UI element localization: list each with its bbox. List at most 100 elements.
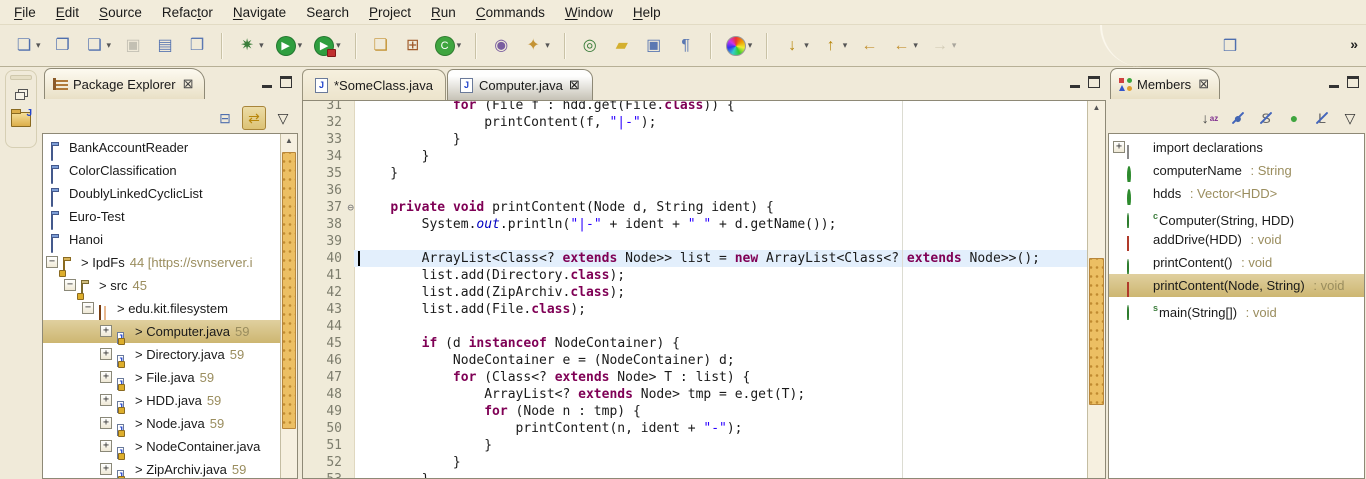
member-expander-icon[interactable]: + (1113, 141, 1125, 153)
close-icon[interactable]: ⊠ (183, 76, 194, 92)
tree-row[interactable]: Euro-Test (43, 205, 281, 228)
debug-button[interactable]: ✷▾ (233, 31, 268, 61)
collapse-all-button[interactable]: ⊟ (214, 107, 236, 129)
code-line[interactable]: 49 for (Node n : tmp) { (303, 403, 1088, 420)
save-all-button[interactable]: ❒ (183, 31, 211, 61)
member-row[interactable]: +import declarations (1109, 136, 1364, 159)
package-explorer-scrollbar[interactable]: ▲ (280, 134, 297, 478)
tree-row[interactable]: −> edu.kit.filesystem (43, 297, 281, 320)
scroll-up-icon[interactable]: ▲ (281, 134, 297, 148)
next-annotation-button[interactable]: ↓▾ (778, 31, 813, 61)
code-line[interactable]: 46 NodeContainer e = (NodeContainer) d; (303, 352, 1088, 369)
back-button[interactable]: ←▾ (887, 31, 922, 61)
package-explorer-maximize-button[interactable] (280, 76, 292, 88)
hide-local-types-button[interactable]: L (1311, 107, 1333, 129)
dropdown-caret-icon[interactable]: ▾ (107, 40, 112, 51)
fold-minus-icon[interactable]: ⊖ (347, 199, 354, 216)
menu-project[interactable]: Project (359, 3, 421, 22)
dropdown-caret-icon[interactable]: ▾ (259, 40, 264, 51)
new-java-project-button[interactable]: ❏ (367, 31, 395, 61)
dropdown-caret-icon[interactable]: ▾ (298, 40, 303, 51)
tree-row[interactable]: Hanoi (43, 228, 281, 251)
scroll-up-icon[interactable]: ▲ (1088, 101, 1105, 115)
dropdown-caret-icon[interactable]: ▾ (804, 40, 809, 51)
close-icon[interactable]: ⊠ (1198, 76, 1209, 92)
show-whitespace-button[interactable]: ¶ (672, 31, 700, 61)
code-line[interactable]: 41 list.add(Directory.class); (303, 267, 1088, 284)
code-line[interactable]: 32 printContent(f, "|-"); (303, 114, 1088, 131)
tab-computer-java[interactable]: J Computer.java ⊠ (447, 69, 593, 100)
hide-fields-button[interactable]: ● (1227, 107, 1249, 129)
dropdown-caret-icon[interactable]: ▾ (457, 40, 462, 51)
new-wizard-button[interactable]: ❏▾ (10, 31, 45, 61)
tree-row[interactable]: +J> HDD.java59 (43, 389, 281, 412)
scrollbar-thumb[interactable] (1089, 258, 1104, 405)
member-row[interactable]: computerName : String (1109, 159, 1364, 182)
tree-expander-icon[interactable]: − (82, 302, 94, 314)
tree-expander-icon[interactable]: − (46, 256, 58, 268)
editor-scrollbar[interactable]: ▲ (1087, 101, 1105, 478)
restore-view-button[interactable] (15, 89, 27, 99)
code-line[interactable]: 51 } (303, 437, 1088, 454)
tree-row[interactable]: +J> NodeContainer.java (43, 435, 281, 458)
tree-expander-icon[interactable]: + (100, 371, 112, 383)
new-project-button[interactable]: ❐ (49, 31, 77, 61)
previous-annotation-button[interactable]: ↑▾ (817, 31, 852, 61)
link-with-editor-button[interactable]: ⇄ (242, 106, 266, 130)
view-menu-button[interactable]: ▽ (1339, 107, 1361, 129)
mark-occurrences-button[interactable]: ◎ (576, 31, 604, 61)
dropdown-caret-icon[interactable]: ▾ (545, 40, 550, 51)
tree-row[interactable]: DoublyLinkedCyclicList (43, 182, 281, 205)
code-line[interactable]: 48 ArrayList<? extends Node> tmp = e.get… (303, 386, 1088, 403)
code-line[interactable]: 47 for (Class<? extends Node> T : list) … (303, 369, 1088, 386)
tree-expander-icon[interactable]: + (100, 463, 112, 475)
tree-row[interactable]: +J> Computer.java59 (43, 320, 281, 343)
editor-code-area[interactable]: 31 for (File f : hdd.get(File.class)) {3… (303, 101, 1105, 478)
member-row[interactable]: smain(String[]) : void (1109, 297, 1364, 320)
color-wheel-button[interactable]: ▾ (722, 31, 757, 61)
dropdown-caret-icon[interactable]: ▾ (748, 40, 753, 51)
sort-button[interactable]: ↓az (1199, 107, 1221, 129)
highlighter-button[interactable]: ▰ (608, 31, 636, 61)
members-maximize-button[interactable] (1347, 76, 1359, 88)
tree-expander-icon[interactable]: − (64, 279, 76, 291)
dropdown-caret-icon[interactable]: ▾ (36, 40, 41, 51)
editor-maximize-button[interactable] (1088, 76, 1100, 88)
tree-row[interactable]: +J> File.java59 (43, 366, 281, 389)
code-line[interactable]: 40 ArrayList<Class<? extends Node>> list… (303, 250, 1088, 267)
run-button[interactable]: ▶▾ (272, 31, 307, 61)
hide-static-members-button[interactable]: S (1255, 107, 1277, 129)
code-line[interactable]: 50 printContent(n, ident + "-"); (303, 420, 1088, 437)
menu-file[interactable]: File (4, 3, 46, 22)
members-minimize-button[interactable] (1329, 77, 1339, 88)
code-line[interactable]: 36 (303, 182, 1088, 199)
package-explorer-minimize-button[interactable] (262, 77, 272, 88)
perspective-button[interactable]: ❒ (1216, 32, 1244, 62)
member-row[interactable]: cComputer(String, HDD) (1109, 205, 1364, 228)
code-line[interactable]: 52 } (303, 454, 1088, 471)
close-icon[interactable]: ⊠ (569, 77, 580, 93)
menu-search[interactable]: Search (296, 3, 359, 22)
fast-view-drag-handle[interactable] (10, 75, 32, 80)
member-row[interactable]: addDrive(HDD) : void (1109, 228, 1364, 251)
code-line[interactable]: 34 } (303, 148, 1088, 165)
tab-members[interactable]: Members ⊠ (1110, 68, 1220, 99)
tree-row[interactable]: +J> Node.java59 (43, 412, 281, 435)
menu-window[interactable]: Window (555, 3, 623, 22)
show-selected-element-button[interactable]: ▣ (640, 31, 668, 61)
code-line[interactable]: 38 System.out.println("|-" + ident + " "… (303, 216, 1088, 233)
print-button[interactable]: ▤ (151, 31, 179, 61)
tree-expander-icon[interactable]: + (100, 348, 112, 360)
tab-someclass-java[interactable]: J *SomeClass.java (302, 69, 446, 100)
code-line[interactable]: 45 if (d instanceof NodeContainer) { (303, 335, 1088, 352)
code-line[interactable]: 35 } (303, 165, 1088, 182)
dropdown-caret-icon[interactable]: ▾ (843, 40, 848, 51)
code-line[interactable]: 53 } (303, 471, 1088, 479)
last-edit-location-button[interactable]: ← (855, 31, 883, 61)
view-menu-button[interactable]: ▽ (272, 107, 294, 129)
member-row[interactable]: printContent(Node, String) : void (1109, 274, 1364, 297)
tree-row[interactable]: −> IpdFs44 [https://svnserver.i (43, 251, 281, 274)
code-line[interactable]: 39 (303, 233, 1088, 250)
dropdown-caret-icon[interactable]: ▾ (952, 40, 957, 51)
new-package-button[interactable]: ⊞ (399, 31, 427, 61)
